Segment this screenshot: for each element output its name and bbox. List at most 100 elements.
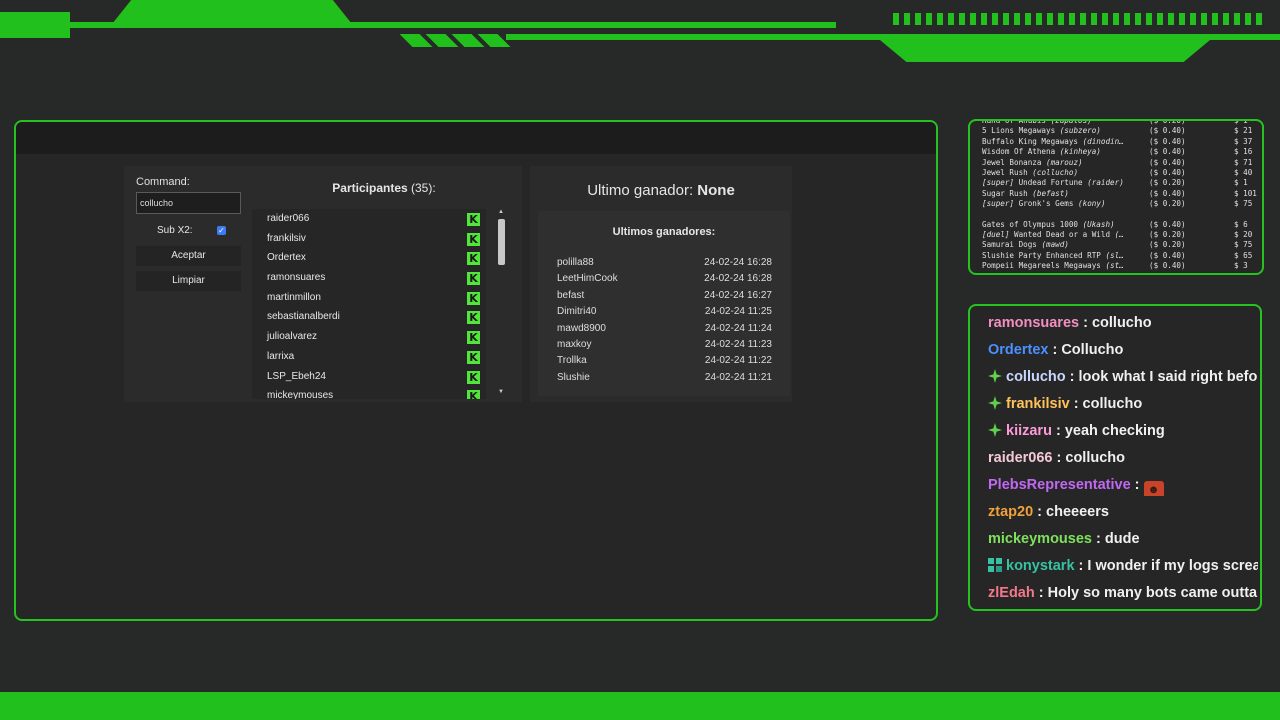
winner-row: polilla88 24-02-24 16:28 [557,257,772,273]
scroll-down-icon[interactable]: ▼ [498,389,504,395]
chat-message: collucho : look what I said right befo [988,366,1258,388]
chat-text: : cheeeers [1033,504,1109,520]
slot-game: 5 Lions Megaways [982,126,1056,136]
chat-text: : look what I said right befo [1065,369,1258,385]
accept-button[interactable]: Aceptar [136,246,241,266]
slot-bet: ($ 0.20) [1149,119,1186,125]
winner-name: Trollka [557,355,587,367]
slot-bet: ($ 0.20) [1149,229,1186,239]
raffle-panel: Command: Sub X2: ✓ Aceptar Limpiar Parti… [14,120,938,621]
slot-name: [super] Undead Fortune (raider) [982,178,1142,188]
recent-winners-list: polilla88 24-02-24 16:28 LeetHimCook 24-02-… [557,257,772,388]
kick-icon: K [467,252,480,266]
participant-row[interactable]: raider066 K [252,209,486,229]
kick-icon: K [467,350,480,364]
slot-name: Buffalo King Megaways (dinodin… [982,137,1142,147]
scroll-thumb[interactable] [498,219,505,265]
chat-text: : Holy so many bots came outta [1034,585,1258,601]
emote-icon: ☻ [1143,481,1164,496]
slot-user: (mawd) [1041,240,1069,250]
chat-message: ztap20 : cheeeers [988,501,1258,523]
participant-row[interactable]: julioalvarez K [252,327,486,347]
kick-icon: K [467,311,480,325]
chat-text: : dude [1091,531,1140,547]
command-input[interactable] [136,192,241,214]
chat-message: Ordertex : Collucho [988,339,1258,361]
diagonal-stripes-decoration [399,34,511,47]
participant-row[interactable]: sebastianalberdi K [252,307,486,327]
slot-game: Jewel Rush [982,167,1028,177]
chat-text: : Collucho [1048,342,1124,358]
participants-scrollbar[interactable]: ▲ ▼ [496,209,506,395]
slot-user: (zapatos) [1050,119,1092,125]
slot-game: Gronk's Gems [1018,199,1074,209]
participant-row[interactable]: Ordertex K [252,248,486,268]
winner-row: Trollka 24-02-24 11:22 [557,355,772,371]
slot-row: Wisdom Of Athena (kinheya) ($ 0.40) $ 16 [982,147,1262,157]
slot-row: [super] Undead Fortune (raider) ($ 0.20) $… [982,178,1262,188]
slot-row: [duel] Wanted Dead or a Wild (… ($ 0.20) $… [982,230,1262,240]
slot-row: Sugar Rush (befast) ($ 0.40) $ 101 [982,189,1262,199]
raffle-panel-header [16,122,936,154]
slot-win: $ 6 [1234,219,1248,229]
winner-name: maxkoy [557,338,592,350]
slot-name: Jewel Bonanza (marouz) [982,158,1142,168]
slot-win: $ 20 [1234,229,1253,239]
winner-name: LeetHimCook [557,273,618,285]
slot-game: Sugar Rush [982,188,1028,198]
chat-message: ramonsuares : collucho [988,312,1258,334]
slot-row: Gates of Olympus 1000 (Ukash) ($ 0.40) $ 6 [982,220,1262,230]
sparkle-icon [988,395,1002,410]
participant-name: mickeymouses [267,390,334,399]
participant-row[interactable]: frankilsiv K [252,229,486,249]
clear-button[interactable]: Limpiar [136,271,241,291]
slot-win: $ 37 [1234,136,1253,146]
participant-row[interactable]: LSP_Ebeh24 K [252,367,486,387]
slot-bet: ($ 0.40) [1149,136,1186,146]
winner-card: Ultimo ganador: None Ultimos ganadores: … [530,166,792,402]
winner-name: befast [557,289,585,301]
sub-x2-checkbox[interactable]: ✓ [217,226,226,235]
slot-row: Slushie Party Enhanced RTP (sl… ($ 0.40) $… [982,251,1262,261]
participants-list[interactable]: raider066 Kfrankilsiv K Ordertex Kramonsuare… [252,209,486,399]
participant-row[interactable]: mickeymouses K [252,386,486,399]
participant-row[interactable]: ramonsuares K [252,268,486,288]
command-label: Command: [136,176,190,188]
participant-name: ramonsuares [267,272,326,284]
participant-row[interactable]: larrixa K [252,347,486,367]
slot-user: (marouz) [1046,157,1083,167]
slot-game: Wanted Dead or a Wild [1014,229,1111,239]
winner-date: 24-02-24 11:22 [704,355,772,367]
kick-icon: K [467,390,480,399]
slot-name: Pompeii Megareels Megaways (st… [982,261,1142,271]
winner-row: maxkoy 24-02-24 11:23 [557,339,772,355]
winner-date: 24-02-24 16:28 [704,257,772,268]
slot-row: 5 Lions Megaways (subzero) ($ 0.40) $ 21 [982,126,1262,136]
slot-bet: ($ 0.20) [1149,240,1186,250]
slot-game: Samurai Dogs [982,240,1037,250]
participants-title: Participantes (35): [332,181,436,195]
slot-spacer [982,210,1262,220]
slot-bet: ($ 0.40) [1149,188,1186,198]
chat-panel: ramonsuares : collucho Ordertex : Colluch… [968,304,1262,611]
slot-user: (Ukash) [1082,219,1115,229]
kick-icon: K [467,370,480,384]
slot-game: Hand of Anubis [982,119,1047,125]
winner-row: befast 24-02-24 16:27 [557,290,772,306]
slot-win: $ 1 [1234,178,1248,188]
slot-bet: ($ 0.20) [1149,199,1186,209]
sub-x2-label: Sub X2: [157,225,193,236]
winner-date: 24-02-24 16:27 [704,289,772,301]
slot-row: Buffalo King Megaways (dinodin… ($ 0.40) $… [982,137,1262,147]
slot-name: [duel] Wanted Dead or a Wild (… [982,230,1142,240]
slot-win: $ 1 [1234,119,1248,125]
participant-name: julioalvarez [267,331,318,343]
chat-username: kiizaru [1006,423,1052,439]
participant-row[interactable]: martinmillon K [252,288,486,308]
winner-name: mawd8900 [557,322,606,334]
top-right-banner [880,40,1210,62]
slot-name: Jewel Rush (collucho) [982,168,1142,178]
slot-game: Jewel Bonanza [982,157,1042,167]
scroll-up-icon[interactable]: ▲ [498,209,504,215]
winner-date: 24-02-24 11:23 [704,338,772,350]
